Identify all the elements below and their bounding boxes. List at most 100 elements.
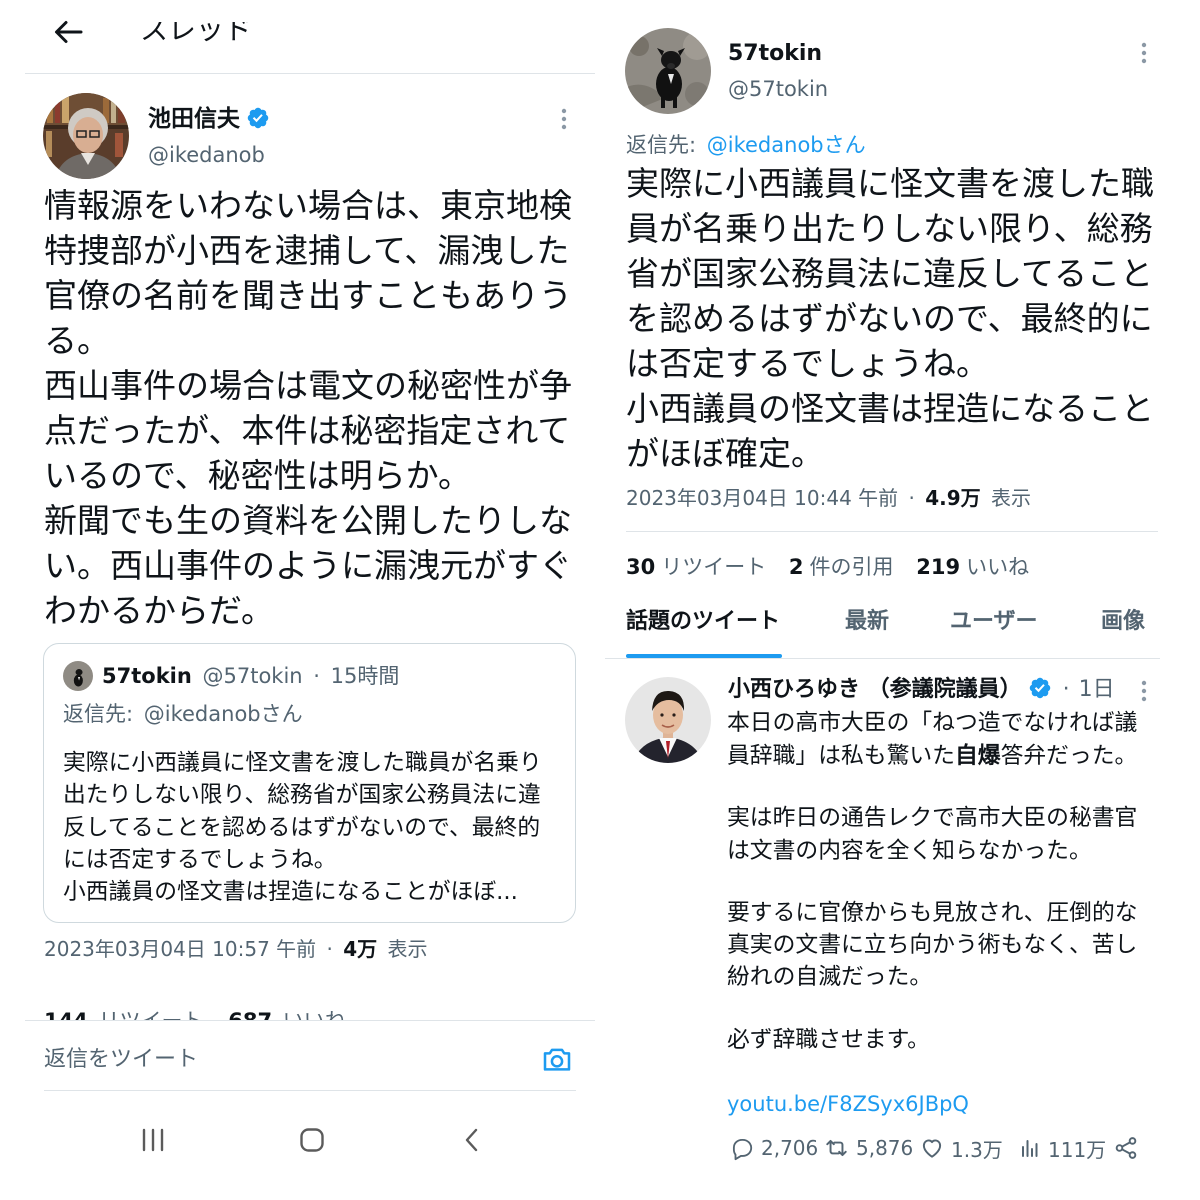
reply-text-line: 必ず辞職させます。 xyxy=(727,1027,930,1053)
reply-text-line: 実は昨日の通告レクで高市大臣の秘書官 xyxy=(727,805,1138,831)
reply-text-bold: 自爆 xyxy=(954,743,1001,769)
reply-action[interactable]: 2,706 xyxy=(729,1134,818,1162)
view-count: 4万 xyxy=(343,937,378,961)
tweet-timestamp-row: 2023年03月04日 10:44 午前 · 4.9万 表示 xyxy=(626,483,1031,513)
reply-to-label: 返信先: xyxy=(626,133,697,157)
author-handle: @57tokin xyxy=(728,77,829,101)
author-name[interactable]: 57tokin xyxy=(728,39,822,69)
reply-text-line: 真実の文書に立ち向かう術もなく、苦し xyxy=(727,932,1138,958)
avatar[interactable] xyxy=(625,28,711,114)
reply-link[interactable]: youtu.be/F8ZSyx6JBpQ xyxy=(727,1088,969,1120)
like-count: 1.3万 xyxy=(951,1137,1003,1162)
heart-icon xyxy=(922,1139,942,1158)
camera-icon[interactable] xyxy=(540,1044,574,1076)
tweet-text-line: がほぼ確定。 xyxy=(626,434,824,473)
tweet-text-line: 新聞でも生の資料を公開したりしな xyxy=(44,501,572,540)
retweet-action[interactable]: 5,876 xyxy=(823,1134,913,1162)
like-label: いいね xyxy=(966,555,1030,579)
separator: · xyxy=(326,937,333,961)
like-action[interactable]: 1.3万 xyxy=(919,1134,1003,1162)
verified-badge-icon xyxy=(1028,676,1052,700)
view-count: 111万 xyxy=(1048,1137,1107,1162)
quoted-text-line: 反してることを認めるはずがないので、最終的 xyxy=(63,814,541,841)
views-action[interactable]: 111万 xyxy=(1018,1134,1106,1162)
reply-time: 1日 xyxy=(1078,677,1115,702)
more-vertical-icon[interactable] xyxy=(556,107,572,131)
tab-users[interactable]: ユーザー xyxy=(950,607,1038,637)
retweet-count: 144 xyxy=(44,1009,88,1020)
reply-input[interactable]: 返信をツイート xyxy=(44,1045,198,1075)
quote-label: 件の引用 xyxy=(809,555,894,579)
quote-count: 2 xyxy=(788,555,804,579)
quoted-tweet[interactable]: 57tokin @57tokin · 15時間 返信先: @ikedanobさん… xyxy=(43,643,576,923)
page-title: スレッド xyxy=(140,22,253,46)
retweet-count: 5,876 xyxy=(856,1136,914,1160)
quote-stat[interactable]: 2 件の引用 xyxy=(789,555,900,579)
tweet-text-line: 員が名乗り出たりしない限り、総務 xyxy=(626,209,1153,248)
retweet-label: リツイート xyxy=(661,555,767,579)
retweet-count: 30 xyxy=(626,555,656,579)
reply-text-segment: 員辞職」は私も驚いた xyxy=(727,743,955,769)
views-icon xyxy=(1022,1140,1038,1157)
tweet-stats-row: 144 リツイート 687 いいね xyxy=(44,1006,346,1020)
home-icon[interactable] xyxy=(299,1127,325,1153)
tweet-text-line: 実際に小西議員に怪文書を渡した職 xyxy=(626,164,1154,203)
reply-text-line: は文書の内容を全く知らなかった。 xyxy=(727,838,1092,864)
retweet-stat[interactable]: 30 リツイート xyxy=(626,555,773,579)
tweet-datetime: 2023年03月04日 10:57 午前 xyxy=(44,937,317,961)
quoted-reply-to: 返信先: @ikedanobさん xyxy=(63,699,303,729)
like-label: いいね xyxy=(283,1009,346,1020)
tweet-text-line: を認めるはずがないので、最終的に xyxy=(626,299,1153,338)
reply-text-line: 要するに官僚からも見放され、圧倒的な xyxy=(727,900,1138,926)
author-name-row[interactable]: 池田信夫 xyxy=(148,104,270,134)
quoted-text: 実際に小西議員に怪文書を渡した職員が名乗り 出たりしない限り、総務省が国家公務員… xyxy=(63,747,542,908)
divider xyxy=(44,1090,576,1091)
quoted-time: 15時間 xyxy=(330,664,400,688)
more-vertical-icon[interactable] xyxy=(1136,41,1152,65)
reply-author-name: 小西ひろゆき （参議院議員） xyxy=(728,677,1022,702)
quoted-author-name: 57tokin xyxy=(102,664,192,688)
reply-to-label: 返信先: xyxy=(63,702,134,726)
view-label: 表示 xyxy=(387,937,428,961)
reply-count: 2,706 xyxy=(761,1136,819,1160)
back-button[interactable] xyxy=(52,18,84,46)
tweet-text-line: 情報源をいわない場合は、東京地検 xyxy=(44,186,572,225)
like-count: 687 xyxy=(228,1009,272,1020)
like-stat[interactable]: 219 いいね xyxy=(916,555,1029,579)
back-icon[interactable] xyxy=(462,1127,482,1153)
tweet-stats-row: 30 リツイート 2 件の引用 219 いいね xyxy=(626,552,1029,582)
divider xyxy=(605,658,1160,659)
quoted-author-handle: @57tokin xyxy=(202,664,303,688)
reply-text-segment: 答弁だった。 xyxy=(1000,743,1138,769)
reply-author-row[interactable]: 小西ひろゆき （参議院議員） · 1日 xyxy=(728,675,1115,705)
more-vertical-icon[interactable] xyxy=(1136,679,1152,703)
avatar[interactable] xyxy=(43,93,129,179)
tweet-stats-clip: 144 リツイート 687 いいね xyxy=(44,1006,444,1020)
tab-latest[interactable]: 最新 xyxy=(845,607,889,637)
tweet-datetime: 2023年03月04日 10:44 午前 xyxy=(626,486,899,510)
quoted-text-line: 小西議員の怪文書は捏造になることがほぼ... xyxy=(63,879,518,906)
reply-text-line: 本日の高市大臣の「ねつ造でなければ議 xyxy=(727,710,1138,736)
share-action[interactable] xyxy=(1113,1134,1139,1162)
tab-images[interactable]: 画像 xyxy=(1101,607,1145,637)
quoted-text-line: には否定するでしょうね。 xyxy=(63,846,337,873)
tweet-timestamp-row: 2023年03月04日 10:57 午前 · 4万 表示 xyxy=(44,934,428,964)
separator: · xyxy=(908,486,915,510)
divider xyxy=(25,1020,595,1021)
quoted-avatar xyxy=(63,661,93,691)
reply-to-handle: @ikedanobさん xyxy=(143,702,303,726)
reply-text-line: 紛れの自滅だった。 xyxy=(727,964,933,990)
author-handle: @ikedanob xyxy=(148,143,265,167)
tab-top-tweets[interactable]: 話題のツイート xyxy=(626,607,780,637)
tweet-text-line: る。 xyxy=(44,321,110,360)
tweet-text-line: 官僚の名前を聞き出すこともありう xyxy=(44,276,572,315)
header-title-clip: スレッド xyxy=(140,22,290,48)
separator: · xyxy=(1062,677,1070,702)
tweet-text-line: 点だったが、本件は秘密指定されて xyxy=(44,411,571,450)
reply-avatar[interactable] xyxy=(625,677,711,763)
tweet-text-line: いるので、秘密性は明らか。 xyxy=(44,456,472,495)
verified-badge-icon xyxy=(246,106,270,130)
reply-to-handle[interactable]: @ikedanobさん xyxy=(707,133,866,157)
tweet-text-line: 省が国家公務員法に違反してること xyxy=(626,254,1154,293)
recent-apps-icon[interactable] xyxy=(140,1128,166,1152)
